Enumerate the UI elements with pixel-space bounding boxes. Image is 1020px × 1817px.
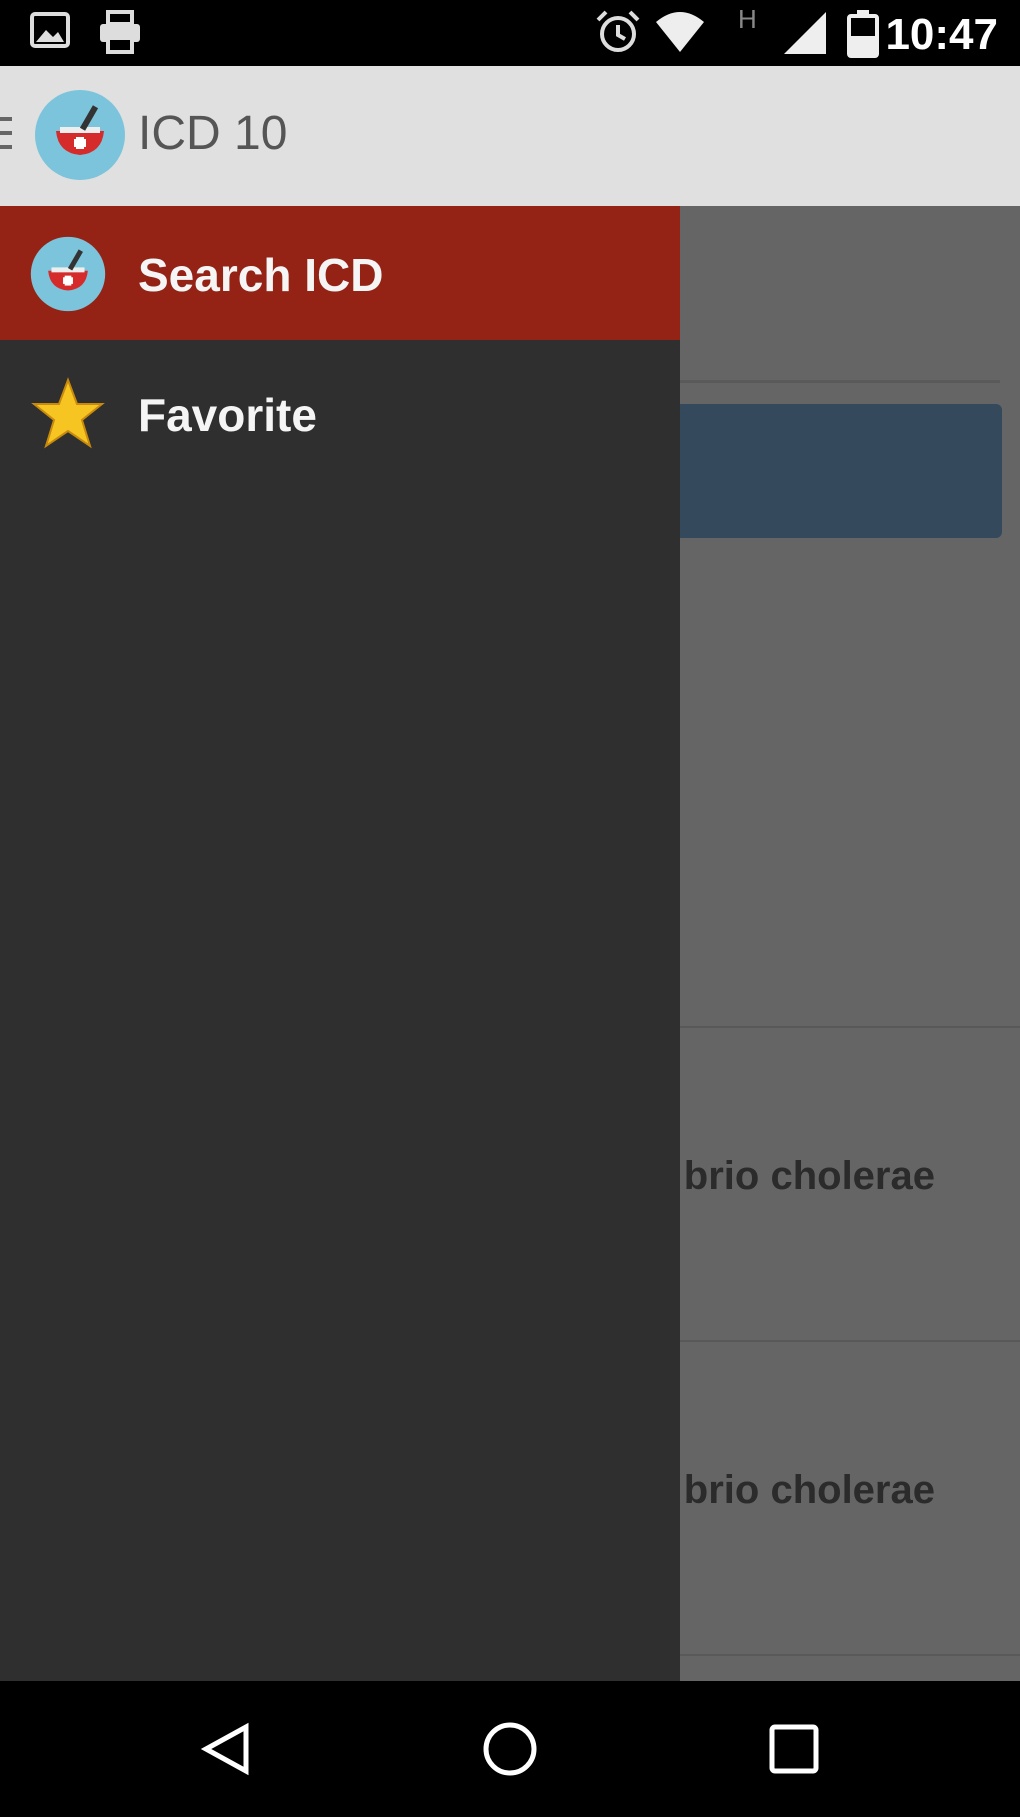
- recents-icon[interactable]: [766, 1721, 822, 1782]
- network-type-icon: H: [738, 4, 757, 34]
- drawer-item-label: Favorite: [138, 389, 317, 441]
- search-button[interactable]: [660, 404, 1002, 538]
- menu-icon[interactable]: [0, 111, 16, 162]
- drawer-item-search-icd[interactable]: Search ICD: [0, 206, 680, 340]
- status-time: 10:47: [885, 10, 998, 59]
- wifi-icon: [654, 8, 706, 61]
- app-title: ICD 10: [138, 107, 288, 160]
- system-nav-bar: [0, 1681, 1020, 1817]
- app-logo-icon: [30, 236, 106, 317]
- battery-icon: [846, 8, 880, 63]
- drawer-item-favorite[interactable]: Favorite: [0, 346, 680, 480]
- search-input-underline: [680, 380, 1000, 383]
- status-bar: H 10:47: [0, 0, 1020, 66]
- navigation-drawer: Search ICD Favorite: [0, 206, 680, 1681]
- signal-icon: [780, 8, 828, 61]
- image-icon: [28, 8, 72, 57]
- back-icon[interactable]: [198, 1721, 254, 1782]
- app-logo-icon[interactable]: [34, 89, 126, 186]
- list-divider: [680, 1026, 1020, 1028]
- printer-icon: [96, 8, 144, 61]
- app-toolbar: ICD 10: [0, 66, 1020, 206]
- alarm-icon: [594, 8, 642, 61]
- drawer-item-label: Search ICD: [138, 249, 384, 301]
- list-divider: [680, 1654, 1020, 1656]
- list-divider: [680, 1340, 1020, 1342]
- star-icon: [30, 376, 106, 457]
- home-icon[interactable]: [480, 1721, 540, 1782]
